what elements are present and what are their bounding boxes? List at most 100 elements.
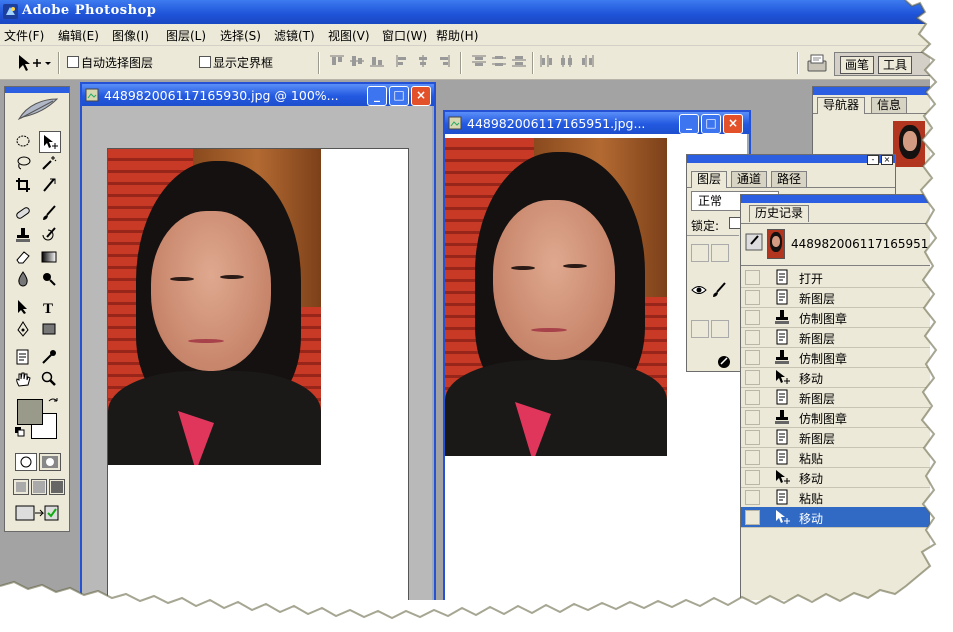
- menu-layer[interactable]: 图层(L): [166, 27, 206, 44]
- document-2-title-bar[interactable]: 448982006117165951.jpg... _ □ ×: [445, 112, 749, 134]
- gradient-tool[interactable]: [39, 247, 59, 267]
- document-1-title-bar[interactable]: 448982006117165930.jpg @ 100%... _ □ ×: [82, 84, 434, 106]
- minimize-button[interactable]: _: [367, 86, 387, 106]
- history-item[interactable]: 粘贴: [741, 447, 930, 468]
- auto-select-layer-checkbox[interactable]: [67, 56, 79, 68]
- distribute-bottom-icon[interactable]: [512, 55, 526, 67]
- distribute-left-icon[interactable]: [540, 55, 554, 67]
- menu-filter[interactable]: 滤镜(T): [274, 27, 315, 44]
- paintbrush-icon[interactable]: [711, 282, 727, 298]
- tool-presets-tab[interactable]: 工具: [878, 56, 913, 74]
- menu-select[interactable]: 选择(S): [220, 27, 261, 44]
- menu-window[interactable]: 窗口(W): [382, 27, 427, 44]
- tab-channels[interactable]: 通道: [731, 171, 768, 187]
- panel-minimize-button[interactable]: -: [867, 155, 879, 165]
- tab-info[interactable]: 信息: [871, 97, 908, 113]
- distribute-vcenter-icon[interactable]: [492, 55, 506, 67]
- tab-layers[interactable]: 图层: [691, 171, 728, 188]
- close-button[interactable]: ×: [723, 114, 743, 134]
- jump-to-imageready-button[interactable]: [15, 503, 59, 523]
- distribute-hcenter-icon[interactable]: [560, 55, 574, 67]
- menu-view[interactable]: 视图(V): [328, 27, 370, 44]
- history-item[interactable]: 新图层: [741, 427, 930, 448]
- show-bounding-box-checkbox[interactable]: [199, 56, 211, 68]
- history-source-box[interactable]: [745, 370, 760, 385]
- screen-mode-full[interactable]: [49, 479, 65, 495]
- history-item[interactable]: 粘贴: [741, 487, 930, 508]
- blur-tool[interactable]: [13, 269, 33, 289]
- magic-wand-tool[interactable]: [39, 153, 59, 173]
- pen-tool[interactable]: [13, 319, 33, 339]
- shape-tool[interactable]: [39, 319, 59, 339]
- screen-mode-full-menu[interactable]: [31, 479, 47, 495]
- align-top-icon[interactable]: [330, 55, 344, 67]
- clone-stamp-tool[interactable]: [13, 225, 33, 245]
- layer-visibility-box[interactable]: [691, 244, 709, 262]
- panel-close-button[interactable]: ×: [881, 155, 893, 165]
- tab-history[interactable]: 历史记录: [749, 205, 810, 222]
- crop-tool[interactable]: [13, 175, 33, 195]
- history-source-box[interactable]: [745, 390, 760, 405]
- history-source-box[interactable]: [745, 270, 760, 285]
- history-item[interactable]: 新图层: [741, 327, 930, 348]
- layer-visibility-box[interactable]: [691, 320, 709, 338]
- eraser-tool[interactable]: [13, 247, 33, 267]
- menu-image[interactable]: 图像(I): [112, 27, 149, 44]
- history-brush-tool[interactable]: [39, 225, 59, 245]
- document-1-canvas-area[interactable]: [82, 106, 432, 600]
- foreground-color-swatch[interactable]: [17, 399, 43, 425]
- eyedropper-tool[interactable]: [39, 347, 59, 367]
- marquee-tool[interactable]: [13, 131, 33, 151]
- navigator-thumbnail[interactable]: [893, 121, 925, 167]
- history-source-box[interactable]: [745, 290, 760, 305]
- type-tool[interactable]: T: [39, 297, 59, 317]
- history-item[interactable]: 移动: [741, 367, 930, 388]
- brushes-tab[interactable]: 画笔: [840, 56, 875, 74]
- screen-mode-standard[interactable]: [13, 479, 29, 495]
- maximize-button[interactable]: □: [389, 86, 409, 106]
- history-source-box[interactable]: [745, 310, 760, 325]
- slice-tool[interactable]: [39, 175, 59, 195]
- layers-panel-header[interactable]: [687, 155, 895, 163]
- history-item[interactable]: 新图层: [741, 287, 930, 308]
- distribute-top-icon[interactable]: [472, 55, 486, 67]
- distribute-right-icon[interactable]: [580, 55, 594, 67]
- history-item[interactable]: 移动: [741, 467, 930, 488]
- zoom-tool[interactable]: [39, 369, 59, 389]
- history-snapshot[interactable]: 448982006117165951...: [741, 225, 930, 266]
- menu-file[interactable]: 文件(F): [4, 27, 44, 44]
- move-tool-preset-icon[interactable]: [16, 53, 52, 73]
- dodge-tool[interactable]: [39, 269, 59, 289]
- align-bottom-icon[interactable]: [370, 55, 384, 67]
- title-bar[interactable]: Adobe Photoshop: [0, 0, 930, 24]
- align-vcenter-icon[interactable]: [350, 55, 364, 67]
- move-tool[interactable]: [39, 131, 61, 153]
- align-right-icon[interactable]: [436, 55, 450, 67]
- healing-brush-tool[interactable]: [13, 203, 33, 223]
- lasso-tool[interactable]: [13, 153, 33, 173]
- quick-mask-button[interactable]: [39, 453, 61, 471]
- layer-link-box[interactable]: [711, 244, 729, 262]
- history-item[interactable]: 仿制图章: [741, 347, 930, 368]
- close-button[interactable]: ×: [411, 86, 431, 106]
- history-source-box[interactable]: [745, 470, 760, 485]
- snapshot-brush-icon[interactable]: [745, 233, 763, 251]
- align-hcenter-icon[interactable]: [416, 55, 430, 67]
- history-item[interactable]: 打开: [741, 267, 930, 288]
- layer-link-box[interactable]: [711, 320, 729, 338]
- history-source-box[interactable]: [745, 350, 760, 365]
- menu-help[interactable]: 帮助(H): [436, 27, 478, 44]
- document-1-canvas[interactable]: [107, 148, 409, 600]
- navigator-panel-header[interactable]: [813, 87, 930, 95]
- history-source-box[interactable]: [745, 510, 760, 525]
- layer-effects-icon[interactable]: [717, 355, 731, 369]
- minimize-button[interactable]: _: [679, 114, 699, 134]
- maximize-button[interactable]: □: [701, 114, 721, 134]
- notes-tool[interactable]: [13, 347, 33, 367]
- history-item[interactable]: 仿制图章: [741, 307, 930, 328]
- history-item[interactable]: 移动: [741, 507, 930, 528]
- tab-navigator[interactable]: 导航器: [817, 97, 866, 114]
- history-source-box[interactable]: [745, 450, 760, 465]
- feather-logo-icon[interactable]: [17, 97, 59, 121]
- history-item[interactable]: 仿制图章: [741, 407, 930, 428]
